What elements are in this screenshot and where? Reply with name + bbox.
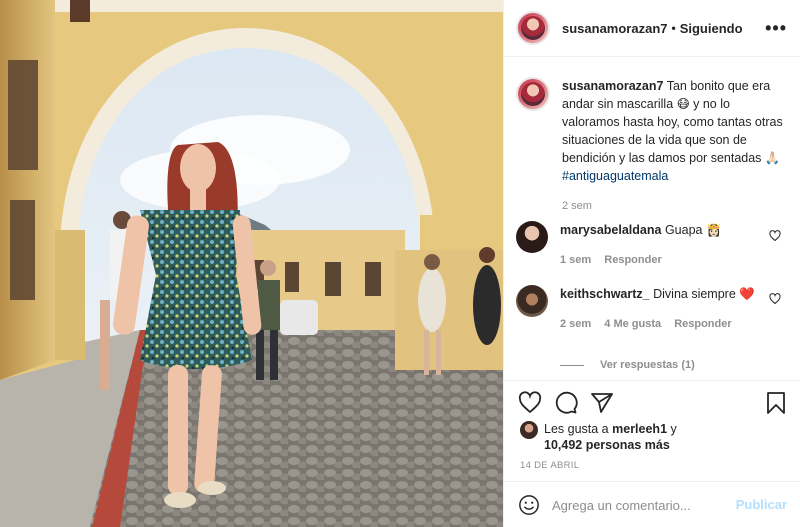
comment-likes-count[interactable]: 4 Me gusta bbox=[604, 318, 661, 330]
share-icon[interactable] bbox=[590, 391, 614, 415]
comment-item: marysabelaldana Guapa 👸🏻 1 sem Responder bbox=[516, 221, 796, 269]
likes-text: Les gusta a merleeh1 y 10,492 personas m… bbox=[544, 421, 677, 453]
post-header: susanamorazan7 • Siguiendo ••• bbox=[504, 0, 800, 57]
caption-meta: 2 sem bbox=[562, 197, 784, 215]
likes-connector: y bbox=[670, 422, 677, 436]
view-replies-label: Ver respuestas (1) bbox=[600, 359, 695, 371]
comment-meta: 2 sem 4 Me gusta Responder bbox=[560, 315, 765, 333]
comment-item: keithschwartz_ Divina siempre ❤️ 2 sem 4… bbox=[516, 285, 796, 333]
comment-text: Divina siempre ❤️ bbox=[653, 287, 755, 301]
post-image bbox=[0, 0, 503, 527]
author-username[interactable]: susanamorazan7 bbox=[562, 21, 668, 36]
follow-status-button[interactable]: Siguiendo bbox=[680, 21, 743, 36]
post-caption: susanamorazan7 Tan bonito que era andar … bbox=[516, 77, 796, 215]
more-icon[interactable]: ••• bbox=[765, 18, 787, 39]
caption-hashtag[interactable]: #antiguaguatemala bbox=[562, 169, 668, 183]
publish-button[interactable]: Publicar bbox=[736, 497, 787, 512]
avatar-image bbox=[521, 82, 545, 106]
comment-text: Guapa 👸🏻 bbox=[664, 223, 722, 237]
post-photo[interactable] bbox=[0, 0, 503, 527]
caption-time[interactable]: 2 sem bbox=[562, 200, 592, 212]
commenter-avatar[interactable] bbox=[516, 221, 548, 253]
post-actions bbox=[504, 380, 800, 422]
comment-meta: 1 sem Responder bbox=[560, 251, 765, 269]
comment-like-heart-icon[interactable] bbox=[769, 293, 781, 305]
header-separator: • bbox=[671, 21, 676, 35]
comment-body: keithschwartz_ Divina siempre ❤️ 2 sem 4… bbox=[560, 285, 765, 333]
instagram-post: susanamorazan7 • Siguiendo ••• susanamor… bbox=[0, 0, 800, 527]
emoji-icon[interactable] bbox=[518, 494, 540, 516]
commenter-avatar[interactable] bbox=[516, 285, 548, 317]
reply-button[interactable]: Responder bbox=[674, 318, 731, 330]
add-comment-bar: Publicar bbox=[504, 481, 800, 527]
caption-body: susanamorazan7 Tan bonito que era andar … bbox=[562, 77, 784, 215]
likes-prefix: Les gusta a bbox=[544, 422, 609, 436]
comment-username[interactable]: marysabelaldana bbox=[560, 223, 661, 237]
likes-others-count[interactable]: 10,492 personas más bbox=[544, 438, 670, 452]
caption-username[interactable]: susanamorazan7 bbox=[562, 79, 663, 93]
comment-like-heart-icon[interactable] bbox=[769, 230, 781, 242]
post-side-panel: susanamorazan7 • Siguiendo ••• susanamor… bbox=[503, 0, 800, 527]
comment-body: marysabelaldana Guapa 👸🏻 1 sem Responder bbox=[560, 221, 765, 269]
liker-avatar[interactable] bbox=[520, 421, 538, 439]
comment-icon[interactable] bbox=[554, 391, 578, 415]
comment-username[interactable]: keithschwartz_ bbox=[560, 287, 650, 301]
comment-input[interactable] bbox=[552, 494, 732, 516]
comment-time[interactable]: 1 sem bbox=[560, 254, 591, 266]
likes-summary: Les gusta a merleeh1 y 10,492 personas m… bbox=[520, 421, 677, 453]
bookmark-icon[interactable] bbox=[764, 391, 788, 415]
replies-divider bbox=[560, 364, 584, 366]
avatar-image bbox=[521, 16, 545, 40]
comment-time[interactable]: 2 sem bbox=[560, 318, 591, 330]
caption-avatar[interactable] bbox=[516, 77, 550, 111]
heart-icon[interactable] bbox=[518, 391, 542, 415]
view-replies-button[interactable]: Ver respuestas (1) bbox=[560, 359, 695, 371]
liker-username[interactable]: merleeh1 bbox=[612, 422, 667, 436]
post-date[interactable]: 14 DE ABRIL bbox=[520, 460, 579, 471]
reply-button[interactable]: Responder bbox=[604, 254, 661, 266]
comments-section: susanamorazan7 Tan bonito que era andar … bbox=[504, 57, 800, 380]
author-avatar[interactable] bbox=[516, 11, 550, 45]
